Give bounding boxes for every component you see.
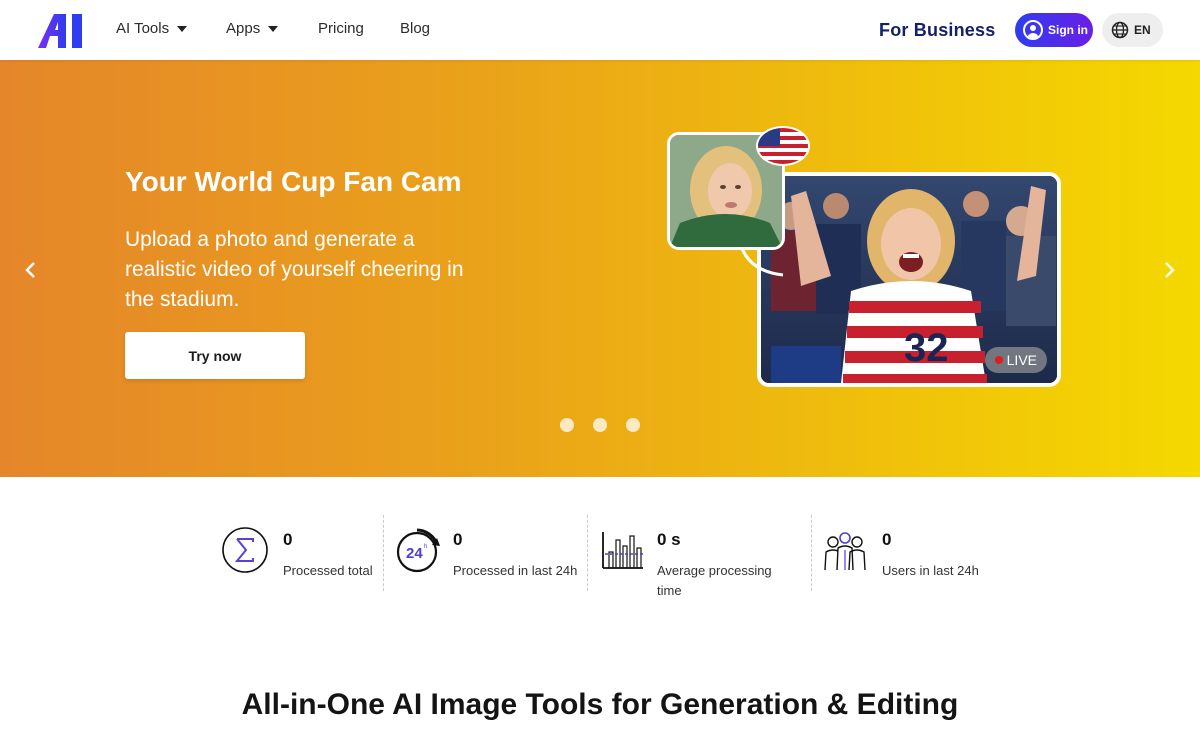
stat-divider [383,515,384,591]
hero-title: Your World Cup Fan Cam [125,166,462,197]
hero-carousel: Your World Cup Fan Cam Upload a photo an… [0,60,1200,477]
stat-processed-total-value: 0 [283,530,293,549]
stat-users-24h-value: 0 [882,530,892,549]
globe-icon [1111,21,1129,39]
sign-in-button[interactable]: Sign in [1015,13,1093,47]
us-flag-icon [756,126,810,166]
brand-logo-icon[interactable] [38,14,90,48]
language-label: EN [1134,23,1151,37]
live-badge: LIVE [984,347,1047,373]
live-label: LIVE [1006,352,1037,368]
nav-ai-tools[interactable]: AI Tools [116,20,188,37]
stat-divider [811,515,812,591]
jersey-number: 32 [904,326,949,370]
nav-pricing-label: Pricing [318,20,364,37]
24h-clock-icon: 24 h [396,528,440,573]
stat-avg-time-label: Average processing time [657,563,772,598]
carousel-next-button[interactable] [1162,260,1176,283]
chevron-left-icon [25,262,35,278]
section-title: All-in-One AI Image Tools for Generation… [241,688,959,721]
carousel-prev-button[interactable] [24,260,38,283]
carousel-dot-3[interactable] [626,418,640,432]
nav-blog-label: Blog [400,20,431,37]
bar-chart-icon [602,532,643,569]
stadium-fan-photo: 32 LIVE [757,172,1061,387]
sign-in-label: Sign in [1048,23,1088,37]
stat-processed-24h-value: 0 [453,530,463,549]
sigma-icon [222,527,268,573]
nav-apps[interactable]: Apps [226,20,279,37]
chevron-down-icon [177,25,188,32]
live-dot-icon [994,356,1003,364]
nav-blog[interactable]: Blog [400,20,430,37]
chevron-down-icon [268,25,279,32]
carousel-dot-1[interactable] [560,418,574,432]
hero-subtitle: Upload a photo and generate a realistic … [125,228,464,311]
carousel-dot-2[interactable] [593,418,607,432]
nav-apps-label: Apps [226,20,261,37]
svg-text:24: 24 [406,545,423,562]
user-icon [1023,20,1043,40]
stat-processed-24h-label: Processed in last 24h [453,563,578,578]
svg-text:h: h [424,544,427,550]
stat-divider [587,515,588,591]
language-selector[interactable]: EN [1102,13,1163,47]
stat-users-24h-label: Users in last 24h [882,563,979,578]
top-navigation: AI Tools Apps Pricing Blog For Business … [0,0,1200,60]
stat-avg-time-value: 0 s [657,530,681,549]
chevron-right-icon [1165,262,1175,278]
try-now-button[interactable]: Try now [125,332,305,379]
nav-ai-tools-label: AI Tools [116,20,170,37]
stat-processed-total-label: Processed total [283,563,373,578]
for-business-link[interactable]: For Business [879,20,995,41]
nav-pricing[interactable]: Pricing [318,20,364,37]
users-group-icon [824,532,866,571]
